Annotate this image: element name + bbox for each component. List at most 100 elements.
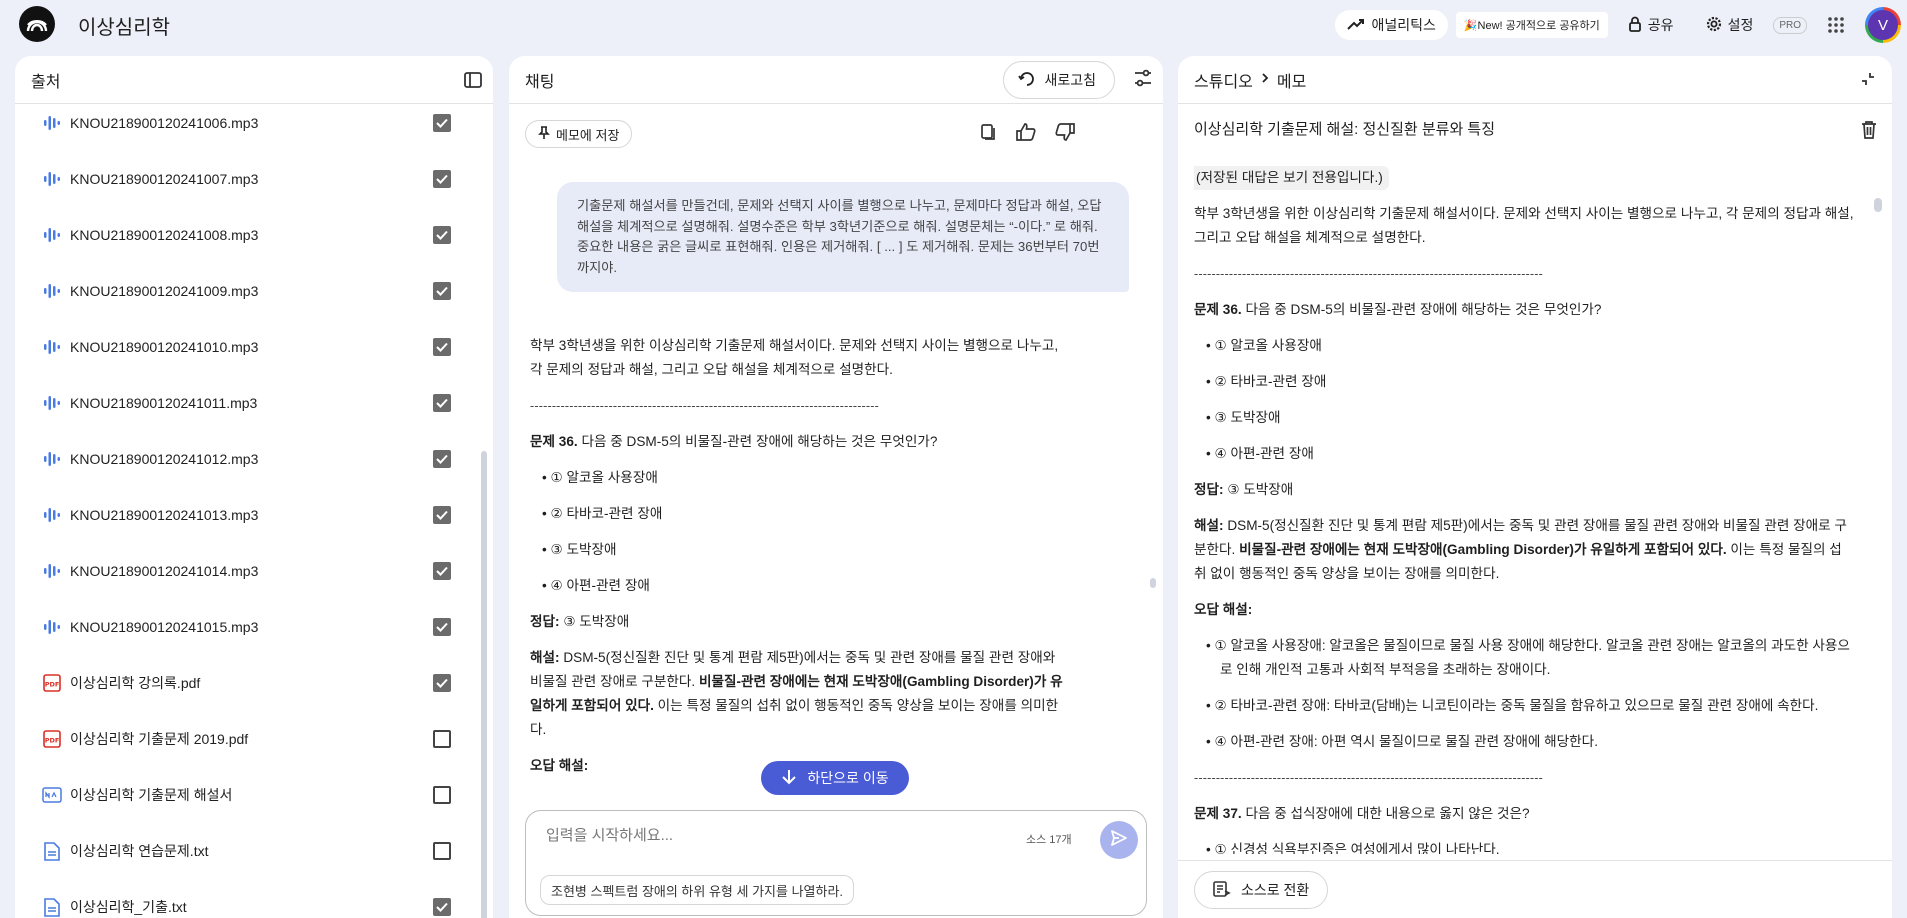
option-3: • ③ 도박장애 <box>542 542 617 557</box>
source-item[interactable]: 이상심리학_기출.txt <box>15 879 475 918</box>
source-item[interactable]: KNOU218900120241009.mp3 <box>15 263 475 319</box>
wrong-answer-1-text: ① 알코올 사용장애: 알코올은 물질이므로 물질 사용 장애에 해당한다. 알… <box>1214 638 1850 677</box>
source-item[interactable]: KNOU218900120241012.mp3 <box>15 431 475 487</box>
gear-icon <box>1706 16 1722 35</box>
option-3-text: ③ 도박장애 <box>550 542 617 557</box>
source-checkbox[interactable] <box>433 226 451 244</box>
source-item[interactable]: KNOU218900120241010.mp3 <box>15 319 475 375</box>
text-file-icon <box>42 897 62 917</box>
wrong-answer-heading: 오답 해설: <box>1194 598 1854 622</box>
collapse-panel-icon[interactable] <box>463 70 483 95</box>
source-checkbox[interactable] <box>433 674 451 692</box>
memo-content: (저장된 대답은 보기 전용입니다.) 학부 3학년생을 위한 이상심리학 기출… <box>1194 166 1854 854</box>
source-item[interactable]: 이상심리학 연습문제.txt <box>15 823 475 879</box>
source-checkbox[interactable] <box>433 338 451 356</box>
source-name: KNOU218900120241008.mp3 <box>70 227 259 243</box>
source-checkbox[interactable] <box>433 898 451 916</box>
memo-scrollbar[interactable] <box>1874 198 1882 212</box>
source-name: 이상심리학 기출문제 2019.pdf <box>70 731 249 747</box>
source-checkbox[interactable] <box>433 114 451 132</box>
panel-resize-handle[interactable] <box>1150 578 1156 588</box>
readonly-notice: (저장된 대답은 보기 전용입니다.) <box>1194 166 1389 190</box>
source-checkbox[interactable] <box>433 506 451 524</box>
app-logo-icon[interactable] <box>19 6 55 42</box>
studio-footer: 소스로 전환 <box>1178 860 1892 918</box>
sources-scrollbar[interactable] <box>481 451 487 918</box>
tune-icon[interactable] <box>1133 68 1153 93</box>
source-item[interactable]: PDF 이상심리학 강의록.pdf <box>15 655 475 711</box>
audio-icon <box>42 337 62 357</box>
source-name: 이상심리학 연습문제.txt <box>70 843 209 859</box>
answer: 정답: ③ 도박장애 <box>530 610 1070 634</box>
audio-icon <box>42 169 62 189</box>
option-3-text: ③ 도박장애 <box>1214 410 1281 425</box>
svg-text:PDF: PDF <box>45 681 60 689</box>
source-checkbox[interactable] <box>433 562 451 580</box>
top-bar: 이상심리학 애널리틱스 🎉New! 공개적으로 공유하기 공유 설정 PRO V <box>0 0 1907 50</box>
option-4: • ④ 아편-관련 장애 <box>1206 446 1314 461</box>
chat-input[interactable] <box>546 823 926 847</box>
source-name: 이상심리학 강의록.pdf <box>70 675 201 691</box>
question-37: 문제 37. 다음 중 섭식장애에 대한 내용으로 옳지 않은 것은? <box>1194 802 1854 826</box>
source-item[interactable]: PDF 이상심리학 기출문제 2019.pdf <box>15 711 475 767</box>
save-to-memo-button[interactable]: 메모에 저장 <box>525 120 633 148</box>
avatar[interactable]: V <box>1865 7 1901 43</box>
source-item[interactable]: KNOU218900120241014.mp3 <box>15 543 475 599</box>
source-item[interactable]: KNOU218900120241013.mp3 <box>15 487 475 543</box>
notebook-title[interactable]: 이상심리학 <box>78 11 170 40</box>
source-checkbox[interactable] <box>433 618 451 636</box>
source-item[interactable]: KNOU218900120241008.mp3 <box>15 207 475 263</box>
audio-icon <box>42 393 62 413</box>
source-name: KNOU218900120241007.mp3 <box>70 171 259 187</box>
source-item[interactable]: KNOU218900120241015.mp3 <box>15 599 475 655</box>
refresh-button[interactable]: 새로고침 <box>1003 61 1115 99</box>
audio-icon <box>42 449 62 469</box>
source-checkbox[interactable] <box>433 730 451 748</box>
audio-icon <box>42 505 62 525</box>
send-icon <box>1110 829 1128 852</box>
source-checkbox[interactable] <box>433 450 451 468</box>
option-4-text: ④ 아편-관련 장애 <box>1214 446 1314 461</box>
source-checkbox[interactable] <box>433 842 451 860</box>
source-item[interactable]: KNOU218900120241011.mp3 <box>15 375 475 431</box>
source-item[interactable]: KNOU218900120241007.mp3 <box>15 151 475 207</box>
source-list: KNOU218900120241006.mp3 KNOU2189001202410… <box>15 105 493 918</box>
suggested-question-chip[interactable]: 조현병 스펙트럼 장애의 하위 유형 세 가지를 나열하라. <box>540 875 855 905</box>
thumbs-down-icon[interactable] <box>1054 122 1076 147</box>
source-checkbox[interactable] <box>433 786 451 804</box>
refresh-icon <box>1018 71 1036 90</box>
answer-text: ③ 도박장애 <box>1223 482 1294 497</box>
question-label: 문제 36. <box>530 434 578 449</box>
share-button[interactable]: 공유 <box>1616 10 1686 40</box>
pro-badge: PRO <box>1773 16 1807 34</box>
memo-intro: 학부 3학년생을 위한 이상심리학 기출문제 해설서이다. 문제와 선택지 사이… <box>1194 206 1854 245</box>
source-checkbox[interactable] <box>433 170 451 188</box>
source-item[interactable]: 이상심리학 기출문제 해설서 <box>15 767 475 823</box>
analytics-button[interactable]: 애널리틱스 <box>1335 10 1448 40</box>
source-checkbox[interactable] <box>433 394 451 412</box>
breadcrumb-memo: 메모 <box>1276 73 1307 91</box>
source-count: 소스 17개 <box>1026 834 1072 846</box>
convert-to-source-button[interactable]: 소스로 전환 <box>1194 871 1329 909</box>
thumbs-up-icon[interactable] <box>1015 122 1037 147</box>
new-public-share-banner[interactable]: 🎉New! 공개적으로 공유하기 <box>1455 12 1608 38</box>
scroll-to-bottom-button[interactable]: 하단으로 이동 <box>761 761 909 795</box>
question-36: 문제 36. 다음 중 DSM-5의 비물질-관련 장애에 해당하는 것은 무엇… <box>1194 298 1854 322</box>
pdf-icon: PDF <box>42 729 62 749</box>
svg-text:PDF: PDF <box>45 737 60 745</box>
pdf-icon: PDF <box>42 673 62 693</box>
q37-option-1-text: ① 신경성 식욕부진증은 여성에게서 많이 나타난다. <box>1214 842 1500 854</box>
breadcrumb-studio[interactable]: 스튜디오 <box>1194 68 1253 92</box>
settings-button[interactable]: 설정 <box>1694 10 1766 40</box>
option-4: • ④ 아편-관련 장애 <box>542 578 650 593</box>
send-button[interactable] <box>1100 821 1138 859</box>
option-4-text: ④ 아편-관련 장애 <box>550 578 650 593</box>
source-checkbox[interactable] <box>433 282 451 300</box>
save-memo-label: 메모에 저장 <box>556 127 620 143</box>
delete-icon[interactable] <box>1860 120 1878 145</box>
collapse-icon[interactable] <box>1860 71 1876 92</box>
copy-icon[interactable] <box>978 122 998 147</box>
source-name: 이상심리학_기출.txt <box>70 899 187 915</box>
apps-grid-icon[interactable] <box>1815 10 1857 40</box>
source-item[interactable]: KNOU218900120241006.mp3 <box>15 105 475 151</box>
